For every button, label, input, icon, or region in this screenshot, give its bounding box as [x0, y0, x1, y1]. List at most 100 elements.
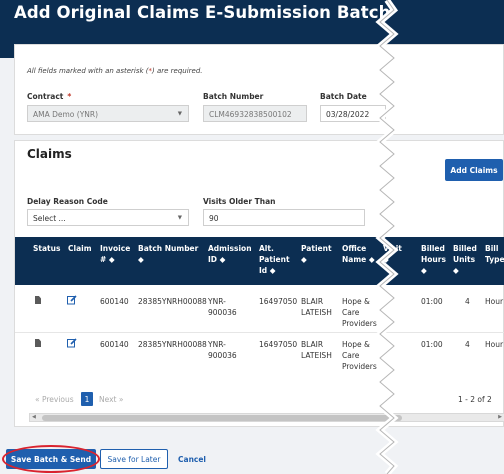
- col-units-l1: Billed: [453, 244, 477, 253]
- visits-older-label: Visits Older Than: [203, 197, 276, 206]
- col-units-l2: Units: [453, 255, 476, 264]
- col-office-name[interactable]: Office Name ◆: [342, 243, 375, 265]
- add-claims-button[interactable]: Add Claims: [445, 159, 503, 181]
- document-icon[interactable]: [35, 296, 41, 304]
- cell-admission-l1: YNR-: [208, 297, 226, 306]
- col-claim[interactable]: Claim: [68, 243, 92, 254]
- cell-admission-l2: 900036: [208, 308, 237, 317]
- batch-date-value: 03/28/2022: [326, 110, 370, 119]
- cell-patient: BLAIR LATEISH: [301, 296, 332, 318]
- contract-label: Contract *: [27, 92, 71, 101]
- required-note-suffix: ) are required.: [152, 67, 203, 75]
- pager-summary: 1 - 2 of 2: [458, 395, 492, 404]
- col-admission-l1: Admission: [208, 244, 252, 253]
- batch-number-value: CLM46932838500102: [209, 110, 292, 119]
- save-for-later-button[interactable]: Save for Later: [100, 449, 168, 469]
- claims-table-header: Status Claim Invoice # ◆ Batch Number ◆ Ad…: [15, 237, 504, 285]
- claims-card: Claims Add Claims Delay Reason Code Sele…: [14, 140, 504, 427]
- visits-older-value: 90: [209, 214, 219, 223]
- cell-alt-patient-id: 16497050: [259, 340, 298, 349]
- visits-older-input[interactable]: 90: [203, 209, 365, 226]
- scrollbar-thumb[interactable]: [42, 415, 402, 421]
- col-office-l1: Office: [342, 244, 367, 253]
- col-billed-hours[interactable]: Billed Hours ◆: [421, 243, 446, 276]
- cell-patient: BLAIR LATEISH: [301, 339, 332, 361]
- col-type-l1: Bill: [485, 244, 499, 253]
- cell-patient-l1: BLAIR: [301, 297, 324, 306]
- col-office-l2: Name ◆: [342, 255, 375, 264]
- cell-patient-l2: LATEISH: [301, 351, 332, 360]
- row-divider: [15, 332, 504, 333]
- delay-reason-select[interactable]: Select ... ▼: [27, 209, 189, 226]
- cell-bill-type: Hour: [485, 340, 504, 349]
- cell-patient-l1: BLAIR: [301, 340, 324, 349]
- pager-previous[interactable]: « Previous: [35, 395, 74, 404]
- required-note-prefix: All fields marked with an asterisk (: [27, 67, 149, 75]
- cell-batch-number: 28385YNRH00088: [138, 297, 207, 306]
- col-alt-l3: Id ◆: [259, 266, 276, 275]
- batch-details-card: All fields marked with an asterisk ( * ) a…: [14, 44, 504, 135]
- col-hours-l2: Hours: [421, 255, 446, 264]
- cell-admission-id: YNR- 900036: [208, 296, 237, 318]
- cell-billed-hours: 01:00: [421, 340, 443, 349]
- batch-number-field: CLM46932838500102: [203, 105, 307, 122]
- col-hours-l1: Billed: [421, 244, 445, 253]
- col-patient-l2: ◆: [301, 255, 307, 264]
- pager-page-1[interactable]: 1: [81, 392, 93, 406]
- col-claim-label: Claim: [68, 244, 92, 253]
- col-admission-id[interactable]: Admission ID ◆: [208, 243, 252, 265]
- col-units-l3: ◆: [453, 266, 459, 275]
- col-batch-number-l2: ◆: [138, 255, 144, 264]
- chevron-down-icon: ▼: [177, 111, 182, 117]
- scroll-right-icon[interactable]: ▶: [498, 414, 502, 420]
- col-billed-units[interactable]: Billed Units ◆: [453, 243, 477, 276]
- batch-date-label: Batch Date: [320, 92, 367, 101]
- cell-admission-l1: YNR-: [208, 340, 226, 349]
- claims-title: Claims: [27, 147, 72, 161]
- col-alt-patient-id[interactable]: Alt. Patient Id ◆: [259, 243, 290, 276]
- col-invoice-l2: # ◆: [100, 255, 115, 264]
- highlight-circle: [2, 445, 100, 473]
- col-hours-l3: ◆: [421, 266, 427, 275]
- cell-alt-patient-id: 16497050: [259, 297, 298, 306]
- horizontal-scrollbar[interactable]: ◀ ▶: [29, 413, 504, 422]
- delay-reason-label: Delay Reason Code: [27, 197, 108, 206]
- col-invoice[interactable]: Invoice # ◆: [100, 243, 130, 265]
- col-batch-number[interactable]: Batch Number ◆: [138, 243, 198, 265]
- pager-next[interactable]: Next »: [99, 395, 123, 404]
- scroll-left-icon[interactable]: ◀: [32, 414, 36, 420]
- cell-patient-l2: LATEISH: [301, 308, 332, 317]
- cell-billed-units: 4: [465, 297, 470, 306]
- col-status-label: Status: [33, 244, 61, 253]
- col-batch-number-l1: Batch Number: [138, 244, 199, 253]
- contract-label-text: Contract: [27, 92, 64, 101]
- col-invoice-l1: Invoice: [100, 244, 131, 253]
- col-type-l2: Type: [485, 255, 504, 264]
- contract-required-star: *: [67, 92, 72, 101]
- cell-invoice: 600140: [100, 297, 129, 306]
- required-note: All fields marked with an asterisk (*) a…: [27, 67, 203, 75]
- cell-billed-hours: 01:00: [421, 297, 443, 306]
- col-admission-l2: ID ◆: [208, 255, 226, 264]
- col-alt-l1: Alt.: [259, 244, 274, 253]
- cancel-link[interactable]: Cancel: [178, 455, 206, 464]
- col-bill-type[interactable]: Bill Type: [485, 243, 504, 265]
- cell-billed-units: 4: [465, 340, 470, 349]
- document-icon[interactable]: [35, 339, 41, 347]
- col-alt-l2: Patient: [259, 255, 290, 264]
- cell-bill-type: Hour: [485, 297, 504, 306]
- page-title: Add Original Claims E-Submission Batch: [14, 3, 391, 22]
- edit-icon[interactable]: [67, 338, 77, 348]
- cell-invoice: 600140: [100, 340, 129, 349]
- chevron-down-icon: ▼: [177, 215, 182, 221]
- edit-icon[interactable]: [67, 295, 77, 305]
- col-status[interactable]: Status: [33, 243, 60, 254]
- contract-value: AMA Demo (YNR): [33, 110, 99, 119]
- cell-admission-l2: 900036: [208, 351, 237, 360]
- torn-edge-divider: [375, 0, 399, 474]
- contract-select[interactable]: AMA Demo (YNR) ▼: [27, 105, 189, 122]
- col-patient[interactable]: Patient ◆: [301, 243, 332, 265]
- cell-batch-number: 28385YNRH00088: [138, 340, 207, 349]
- cell-admission-id: YNR- 900036: [208, 339, 237, 361]
- col-patient-l1: Patient: [301, 244, 332, 253]
